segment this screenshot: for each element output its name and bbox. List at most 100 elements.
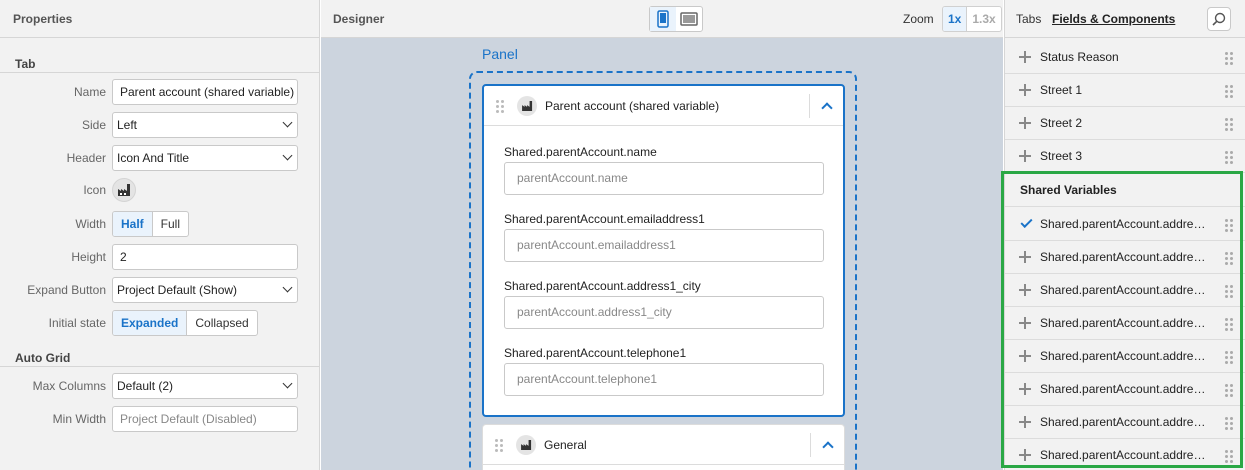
shared-variable-item[interactable]: Shared.parentAccount.address1_postalcode bbox=[1005, 340, 1245, 373]
shared-variable-item[interactable]: Shared.parentAccount.address1_stateorpro… bbox=[1005, 373, 1245, 406]
chevron-up-icon bbox=[821, 441, 834, 453]
tab-header: General bbox=[483, 425, 844, 465]
expand-button-value: Project Default (Show) bbox=[117, 283, 238, 297]
plus-icon[interactable] bbox=[1019, 150, 1031, 162]
list-item[interactable]: Street 3 bbox=[1005, 140, 1245, 173]
shared-variable-item[interactable]: Shared.parentAccount.address1_telephone1 bbox=[1005, 406, 1245, 439]
drag-handle-icon[interactable] bbox=[1225, 219, 1233, 232]
check-icon[interactable] bbox=[1020, 215, 1033, 229]
shared-variable-item[interactable]: Shared.parentAccount.address1_composite bbox=[1005, 439, 1245, 470]
tablet-view-button[interactable] bbox=[676, 7, 702, 31]
shared-variable-item[interactable]: Shared.parentAccount.address1_country bbox=[1005, 241, 1245, 274]
name-label: Name bbox=[73, 85, 106, 99]
plus-icon[interactable] bbox=[1019, 117, 1031, 129]
tab-fields-components[interactable]: Fields & Components bbox=[1052, 0, 1175, 38]
search-icon bbox=[1212, 12, 1226, 26]
plus-icon[interactable] bbox=[1019, 317, 1031, 329]
phone-view-button[interactable] bbox=[650, 7, 676, 31]
drag-handle-icon[interactable] bbox=[1225, 450, 1233, 463]
drag-handle-icon[interactable] bbox=[1225, 384, 1233, 397]
chevron-down-icon bbox=[282, 282, 293, 293]
expand-button-label: Expand Button bbox=[27, 283, 106, 297]
drag-handle-icon[interactable] bbox=[1225, 417, 1233, 430]
drag-handle-icon[interactable] bbox=[1225, 151, 1233, 164]
width-toggle: Half Full bbox=[112, 211, 190, 237]
fields-panel-header: Tabs Fields & Components bbox=[1005, 0, 1245, 38]
tab-title: General bbox=[544, 438, 587, 452]
min-width-input[interactable]: Project Default (Disabled) bbox=[112, 406, 298, 432]
list-item-label: Shared.parentAccount.address1_composite bbox=[1040, 448, 1208, 462]
drag-handle-icon[interactable] bbox=[496, 100, 504, 113]
field-label: Shared.parentAccount.telephone1 bbox=[504, 346, 687, 360]
zoom-1x-button[interactable]: 1x bbox=[943, 7, 967, 31]
header-row: Header Icon And Title bbox=[0, 145, 320, 171]
tab-section-title: Tab bbox=[15, 57, 36, 71]
field-label: Shared.parentAccount.emailaddress1 bbox=[504, 212, 705, 226]
plus-icon[interactable] bbox=[1019, 84, 1031, 96]
field-input[interactable]: parentAccount.emailaddress1 bbox=[504, 229, 824, 262]
header-select[interactable]: Icon And Title bbox=[112, 145, 298, 171]
factory-icon bbox=[117, 184, 130, 196]
side-row: Side Left bbox=[0, 112, 320, 138]
plus-icon[interactable] bbox=[1019, 449, 1031, 461]
plus-icon[interactable] bbox=[1019, 51, 1031, 63]
icon-picker[interactable] bbox=[112, 178, 136, 202]
initial-state-expanded-option[interactable]: Expanded bbox=[113, 311, 187, 335]
drag-handle-icon[interactable] bbox=[1225, 285, 1233, 298]
side-select[interactable]: Left bbox=[112, 112, 298, 138]
drag-handle-icon[interactable] bbox=[1225, 318, 1233, 331]
collapse-button[interactable] bbox=[810, 433, 844, 457]
drag-handle-icon[interactable] bbox=[1225, 118, 1233, 131]
field-city: Shared.parentAccount.address1_city paren… bbox=[504, 278, 824, 329]
initial-state-label: Initial state bbox=[48, 316, 106, 330]
expand-button-select[interactable]: Project Default (Show) bbox=[112, 277, 298, 303]
plus-icon[interactable] bbox=[1019, 383, 1031, 395]
list-item[interactable]: Street 1 bbox=[1005, 74, 1245, 107]
list-item-label: Shared.parentAccount.address1_city bbox=[1040, 217, 1208, 231]
initial-state-collapsed-option[interactable]: Collapsed bbox=[186, 311, 256, 335]
icon-row: Icon bbox=[0, 177, 320, 203]
max-columns-row: Max Columns Default (2) bbox=[0, 373, 320, 399]
zoom-1-3x-button[interactable]: 1.3x bbox=[966, 7, 1000, 31]
shared-variable-item[interactable]: Shared.parentAccount.address1_line1 bbox=[1005, 274, 1245, 307]
field-input[interactable]: parentAccount.telephone1 bbox=[504, 363, 824, 396]
drag-handle-icon[interactable] bbox=[1225, 85, 1233, 98]
properties-panel: Properties Tab Name Parent account (shar… bbox=[0, 0, 320, 470]
initial-state-row: Initial state Expanded Collapsed bbox=[0, 310, 320, 336]
max-columns-select[interactable]: Default (2) bbox=[112, 373, 298, 399]
list-item-label: Shared.parentAccount.address1_postalcode bbox=[1040, 349, 1208, 363]
list-item-label: Shared.parentAccount.address1_line2 bbox=[1040, 316, 1208, 330]
width-label: Width bbox=[75, 217, 106, 231]
drag-handle-icon[interactable] bbox=[495, 439, 503, 452]
height-row: Height 2 bbox=[0, 244, 320, 270]
fields-panel: Tabs Fields & Components Status Reason St… bbox=[1004, 0, 1245, 470]
plus-icon[interactable] bbox=[1019, 251, 1031, 263]
tab-card-general[interactable]: General bbox=[482, 424, 845, 470]
tab-tabs[interactable]: Tabs bbox=[1016, 0, 1041, 38]
panel-label: Panel bbox=[482, 46, 518, 62]
list-item-label: Status Reason bbox=[1040, 50, 1119, 64]
drag-handle-icon[interactable] bbox=[1225, 52, 1233, 65]
field-input[interactable]: parentAccount.name bbox=[504, 162, 824, 195]
header-value: Icon And Title bbox=[117, 151, 190, 165]
list-item[interactable]: Status Reason bbox=[1005, 41, 1245, 74]
plus-icon[interactable] bbox=[1019, 284, 1031, 296]
width-half-option[interactable]: Half bbox=[113, 212, 152, 236]
shared-variable-item[interactable]: Shared.parentAccount.address1_city bbox=[1005, 208, 1245, 241]
search-button[interactable] bbox=[1207, 7, 1231, 31]
header-label: Header bbox=[66, 151, 106, 165]
tab-card-parent-account[interactable]: Parent account (shared variable) Shared.… bbox=[482, 84, 845, 417]
width-full-option[interactable]: Full bbox=[151, 212, 188, 236]
collapse-button[interactable] bbox=[809, 94, 843, 118]
field-input[interactable]: parentAccount.address1_city bbox=[504, 296, 824, 329]
drag-handle-icon[interactable] bbox=[1225, 351, 1233, 364]
field-name: Shared.parentAccount.name parentAccount.… bbox=[504, 144, 824, 195]
height-input[interactable]: 2 bbox=[112, 244, 298, 270]
plus-icon[interactable] bbox=[1019, 350, 1031, 362]
plus-icon[interactable] bbox=[1019, 416, 1031, 428]
phone-icon bbox=[657, 10, 669, 28]
name-input[interactable]: Parent account (shared variable) bbox=[112, 79, 298, 105]
shared-variable-item[interactable]: Shared.parentAccount.address1_line2 bbox=[1005, 307, 1245, 340]
drag-handle-icon[interactable] bbox=[1225, 252, 1233, 265]
list-item[interactable]: Street 2 bbox=[1005, 107, 1245, 140]
